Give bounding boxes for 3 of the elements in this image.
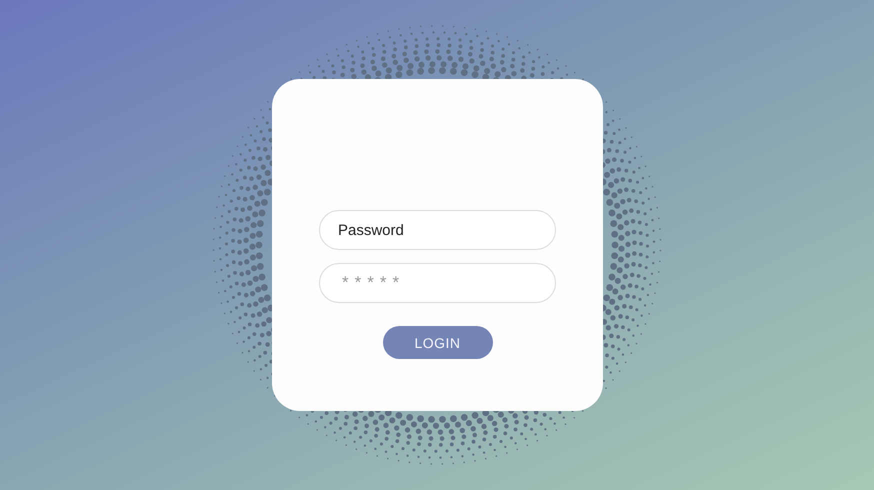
password-field[interactable]: ***** [319,263,556,303]
text-field[interactable]: Password [319,210,556,250]
login-button[interactable]: LOGIN [382,326,492,359]
